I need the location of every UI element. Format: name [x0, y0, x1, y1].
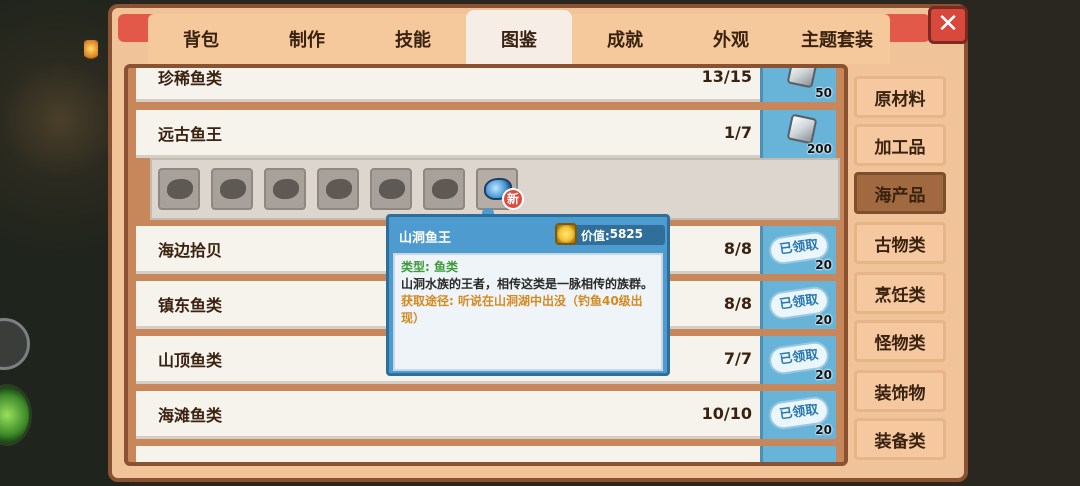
- row-count: 8/8: [723, 239, 752, 258]
- close-icon: ✕: [937, 9, 959, 39]
- tooltip-source: 获取途径: 听说在山洞湖中出没（钓鱼40级出现）: [401, 294, 643, 325]
- fish-slot-locked[interactable]: [423, 168, 465, 210]
- fish-slot-locked[interactable]: [317, 168, 359, 210]
- reward-amount: 50: [815, 86, 832, 100]
- category-seafood[interactable]: 海产品: [854, 172, 946, 214]
- reward-amount: 20: [815, 423, 832, 437]
- reward-amount: 20: [815, 368, 832, 382]
- list-row[interactable]: 珍稀鱼类 13/15 50: [136, 67, 836, 102]
- tab-appearance[interactable]: 外观: [678, 14, 784, 64]
- fish-slot-locked[interactable]: [211, 168, 253, 210]
- row-count: 7/7: [723, 349, 752, 368]
- tooltip-body: 类型: 鱼类 山洞水族的王者，相传这类是一脉相传的族群。 获取途径: 听说在山洞…: [393, 253, 663, 371]
- row-name: 海滩鱼类: [158, 405, 223, 425]
- fish-slot-locked[interactable]: [264, 168, 306, 210]
- stone-icon: [786, 113, 818, 145]
- item-tooltip: 山洞鱼王 价值: 5825 类型: 鱼类 山洞水族的王者，相传这类是一脉相传的族…: [386, 214, 670, 376]
- category-cooking[interactable]: 烹饪类: [854, 272, 946, 314]
- fish-silhouette-icon: [273, 179, 299, 199]
- row-name: 远古鱼王: [158, 124, 223, 144]
- tooltip-value: 5825: [609, 227, 643, 241]
- category-decorations[interactable]: 装饰物: [854, 370, 946, 412]
- reward-box[interactable]: 已领取 20: [760, 391, 836, 439]
- list-row[interactable]: [136, 446, 836, 462]
- category-antiques[interactable]: 古物类: [854, 222, 946, 264]
- new-badge: 新: [502, 188, 524, 210]
- list-row[interactable]: 海滩鱼类 10/10 已领取 20: [136, 391, 836, 439]
- row-count: 1/7: [723, 123, 752, 142]
- reward-amount: 200: [806, 142, 832, 156]
- list-row[interactable]: 远古鱼王 1/7 200: [136, 110, 836, 158]
- reward-box[interactable]: 200: [760, 110, 836, 158]
- fish-slot-locked[interactable]: [158, 168, 200, 210]
- reward-amount: 20: [815, 313, 832, 327]
- fish-silhouette-icon: [220, 179, 246, 199]
- tooltip-value-box: 价值: 5825: [555, 223, 665, 245]
- tooltip-title: 山洞鱼王: [399, 231, 452, 246]
- row-count: 13/15: [701, 67, 752, 86]
- torch-icon: [84, 40, 98, 62]
- row-name: 山顶鱼类: [158, 350, 223, 370]
- tooltip-description: 山洞水族的王者，相传这类是一脉相传的族群。: [401, 277, 654, 291]
- coin-icon: [555, 223, 577, 245]
- close-button[interactable]: ✕: [928, 6, 968, 44]
- category-processed[interactable]: 加工品: [854, 124, 946, 166]
- category-monsters[interactable]: 怪物类: [854, 320, 946, 362]
- reward-amount: 20: [815, 258, 832, 272]
- fish-icon-strip: 新: [150, 158, 840, 220]
- row-name: 珍稀鱼类: [158, 68, 223, 88]
- reward-box[interactable]: 50: [760, 68, 836, 102]
- fish-silhouette-icon: [379, 179, 405, 199]
- tooltip-type: 类型: 鱼类: [401, 260, 458, 274]
- row-count: 10/10: [701, 404, 752, 423]
- reward-box[interactable]: 已领取 20: [760, 281, 836, 329]
- fish-slot-unlocked[interactable]: 新: [476, 168, 524, 210]
- tab-achievements[interactable]: 成就: [572, 14, 678, 64]
- tab-theme-sets[interactable]: 主题套装: [784, 14, 890, 64]
- fish-slot-locked[interactable]: [370, 168, 412, 210]
- tooltip-value-label: 价值:: [581, 229, 610, 243]
- fish-silhouette-icon: [432, 179, 458, 199]
- row-name: 海边拾贝: [158, 240, 223, 260]
- reward-box[interactable]: [760, 446, 836, 462]
- tab-backpack[interactable]: 背包: [148, 14, 254, 64]
- reward-box[interactable]: 已领取 20: [760, 336, 836, 384]
- category-raw-materials[interactable]: 原材料: [854, 76, 946, 118]
- tab-crafting[interactable]: 制作: [254, 14, 360, 64]
- row-count: 8/8: [723, 294, 752, 313]
- row-name: 镇东鱼类: [158, 295, 223, 315]
- tab-bar: 背包 制作 技能 图鉴 成就 外观 主题套装: [148, 10, 890, 68]
- fish-silhouette-icon: [326, 179, 352, 199]
- fish-silhouette-icon: [167, 179, 193, 199]
- tab-skills[interactable]: 技能: [360, 14, 466, 64]
- tab-collection[interactable]: 图鉴: [466, 10, 572, 68]
- category-equipment[interactable]: 装备类: [854, 418, 946, 460]
- stone-icon: [786, 68, 818, 89]
- reward-box[interactable]: 已领取 20: [760, 226, 836, 274]
